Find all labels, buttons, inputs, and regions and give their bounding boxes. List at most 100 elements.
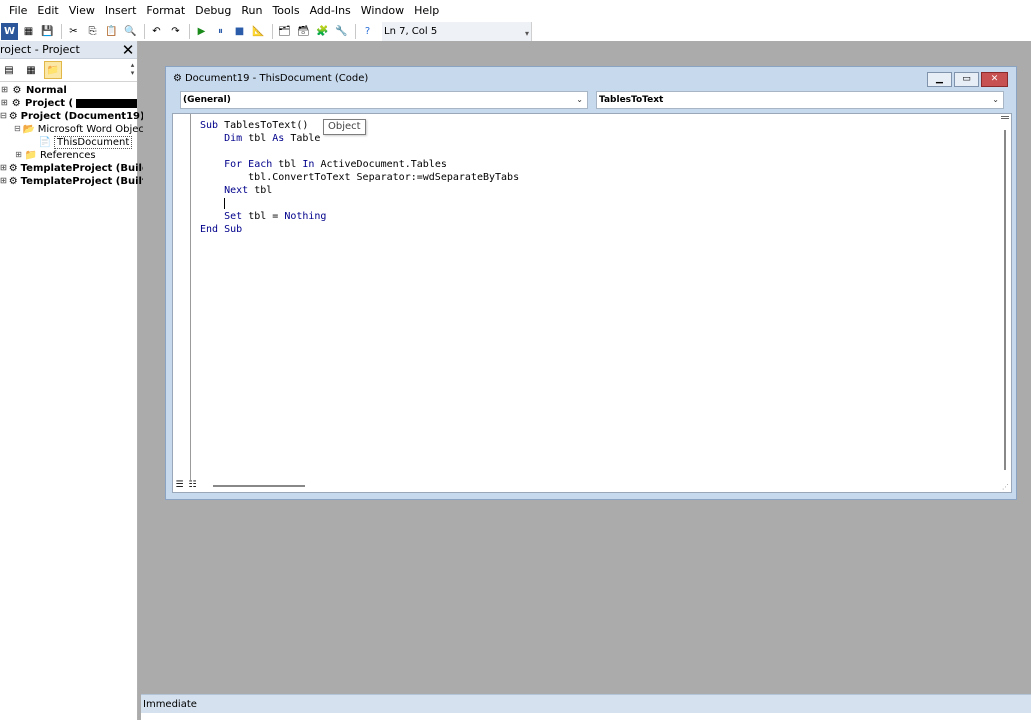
menu-format[interactable]: Format: [141, 0, 190, 21]
close-icon[interactable]: ✕: [119, 41, 137, 59]
code-line[interactable]: End Sub: [200, 223, 519, 236]
code-token: tbl.ConvertToText Separator:=wdSeparateB…: [200, 172, 520, 183]
menu-tools[interactable]: Tools: [267, 0, 304, 21]
collapse-icon[interactable]: ⊟: [0, 112, 7, 121]
view-object-icon[interactable]: ▦: [22, 61, 40, 79]
object-browser-icon[interactable]: 🧩: [314, 23, 331, 40]
tree-node[interactable]: ⊞ ⚙ TemplateProject (Built-: [0, 175, 151, 188]
redo-icon[interactable]: ↷: [167, 23, 184, 40]
tree-node-label: TemplateProject (Built-: [20, 176, 151, 187]
procedure-view-icon[interactable]: ☰: [173, 479, 186, 491]
object-combo-value: (General): [183, 95, 231, 105]
expand-icon[interactable]: ⊞: [0, 164, 7, 173]
menu-window[interactable]: Window: [356, 0, 409, 21]
code-text[interactable]: Sub TablesToText() Dim tbl As Table For …: [200, 119, 519, 236]
toolbar-separator: [61, 23, 62, 39]
code-editor[interactable]: Sub TablesToText() Dim tbl As Table For …: [172, 113, 1012, 493]
scrollbar-thumb[interactable]: [1001, 116, 1009, 119]
chevron-down-icon[interactable]: ⌄: [992, 92, 999, 108]
scrollbar-track[interactable]: [1004, 130, 1006, 470]
expand-icon[interactable]: ⊞: [14, 151, 23, 160]
save-icon[interactable]: 💾: [39, 23, 56, 40]
copy-icon[interactable]: ⎘: [84, 23, 101, 40]
close-button[interactable]: ✕: [981, 72, 1008, 87]
expand-icon[interactable]: ⊞: [0, 177, 7, 186]
project-tree: ⊞ ⚙ Normal ⊞ ⚙ Project (⊟ ⚙ Project (Document19…: [0, 82, 153, 188]
tree-node[interactable]: ⊞ ⚙ Project (: [0, 97, 137, 110]
code-token: ActiveDocument.Tables: [320, 159, 447, 170]
code-keyword: End Sub: [200, 224, 243, 235]
redaction-bar: [76, 99, 137, 108]
vba-project-icon: ⚙: [8, 111, 18, 122]
horizontal-scrollbar[interactable]: [213, 485, 305, 487]
tree-node[interactable]: ⊞ ⚙ TemplateProject (Buildi: [0, 162, 153, 175]
code-line[interactable]: Next tbl: [200, 184, 519, 197]
tree-node-label: TemplateProject (Buildi: [20, 163, 153, 174]
menu-insert[interactable]: Insert: [100, 0, 142, 21]
paste-icon[interactable]: 📋: [103, 23, 120, 40]
procedure-combo[interactable]: TablesToText ⌄: [596, 91, 1004, 109]
expand-icon[interactable]: ⊞: [0, 86, 9, 95]
object-combo[interactable]: (General) ⌄: [180, 91, 588, 109]
maximize-button[interactable]: ▭: [954, 72, 979, 87]
project-explorer: roject - Project ✕ ▤ ▦ 📁 ▴ ▾ ⊞ ⚙ Normal ⊞ ⚙ Pr…: [0, 41, 153, 720]
tree-node-label: Project (Document19): [20, 111, 145, 122]
vertical-scrollbar[interactable]: [1001, 114, 1009, 480]
tree-node[interactable]: ⊟ ⚙ Project (Document19): [0, 110, 145, 123]
design-mode-icon[interactable]: 📐: [250, 23, 267, 40]
find-icon[interactable]: 🔍: [122, 23, 139, 40]
menu-view[interactable]: View: [64, 0, 100, 21]
project-explorer-title: roject - Project: [0, 43, 80, 56]
tree-node-label: Project (: [24, 98, 74, 109]
tree-node[interactable]: 📄 ThisDocument: [0, 136, 137, 149]
menu-addins[interactable]: Add-Ins: [305, 0, 356, 21]
code-line[interactable]: [200, 197, 519, 210]
break-icon[interactable]: ⏸: [212, 23, 229, 40]
properties-icon[interactable]: 🗃: [295, 23, 312, 40]
collapse-icon[interactable]: ⊟: [14, 125, 21, 134]
code-line[interactable]: Set tbl = Nothing: [200, 210, 519, 223]
chevron-down-icon[interactable]: ⌄: [576, 92, 583, 108]
code-keyword: Dim: [224, 133, 249, 144]
code-line[interactable]: tbl.ConvertToText Separator:=wdSeparateB…: [200, 171, 519, 184]
insert-userform-icon[interactable]: ▦: [20, 23, 37, 40]
toolbox-icon[interactable]: 🔧: [333, 23, 350, 40]
code-line[interactable]: For Each tbl In ActiveDocument.Tables: [200, 158, 519, 171]
folder-open-icon: 📂: [22, 124, 35, 135]
project-explorer-icon[interactable]: 🗂: [276, 23, 293, 40]
expand-icon[interactable]: ⊞: [0, 99, 9, 108]
toggle-folders-icon[interactable]: 📁: [44, 61, 62, 79]
resize-grip-icon[interactable]: ⋰: [1002, 483, 1009, 491]
tree-node[interactable]: ⊞ ⚙ Normal: [0, 84, 137, 97]
margin-indicator-bar[interactable]: [173, 114, 191, 480]
menu-debug[interactable]: Debug: [190, 0, 236, 21]
code-keyword: Sub: [200, 120, 225, 131]
code-window-titlebar[interactable]: ⚙ Document19 - ThisDocument (Code) ▁ ▭ ✕: [166, 67, 1016, 89]
tree-node[interactable]: ⊟ 📂 Microsoft Word Objects: [0, 123, 153, 136]
help-icon[interactable]: ?: [359, 23, 376, 40]
menu-help[interactable]: Help: [409, 0, 444, 21]
menu-edit[interactable]: Edit: [32, 0, 63, 21]
reset-icon[interactable]: ■: [231, 23, 248, 40]
cut-icon[interactable]: ✂: [65, 23, 82, 40]
menu-file[interactable]: File: [4, 0, 32, 21]
code-keyword: For Each: [224, 159, 279, 170]
code-keyword: In: [302, 159, 321, 170]
tree-node[interactable]: ⊞ 📁 References: [0, 149, 137, 162]
code-line[interactable]: [200, 145, 519, 158]
code-keyword: Next: [224, 185, 255, 196]
combo-row: (General) ⌄ TablesToText ⌄: [180, 91, 1004, 110]
minimize-button[interactable]: ▁: [927, 72, 952, 87]
menu-run[interactable]: Run: [236, 0, 267, 21]
run-icon[interactable]: ▶: [193, 23, 210, 40]
undo-icon[interactable]: ↶: [148, 23, 165, 40]
scroll-arrows-icon[interactable]: ▴ ▾: [128, 61, 137, 80]
view-code-icon[interactable]: ▤: [0, 61, 18, 79]
toolbar-grip[interactable]: ▾: [525, 24, 531, 39]
window-controls: ▁ ▭ ✕: [925, 72, 1008, 87]
full-module-view-icon[interactable]: ☷: [186, 479, 199, 491]
standard-toolbar: W ▦ 💾 ✂ ⎘ 📋 🔍 ↶ ↷ ▶ ⏸ ■ 📐 🗂 🗃 🧩 🔧? Ln 7, Col 5 ▾: [0, 21, 1031, 41]
word-icon[interactable]: W: [1, 22, 18, 40]
code-token: tbl: [278, 159, 303, 170]
